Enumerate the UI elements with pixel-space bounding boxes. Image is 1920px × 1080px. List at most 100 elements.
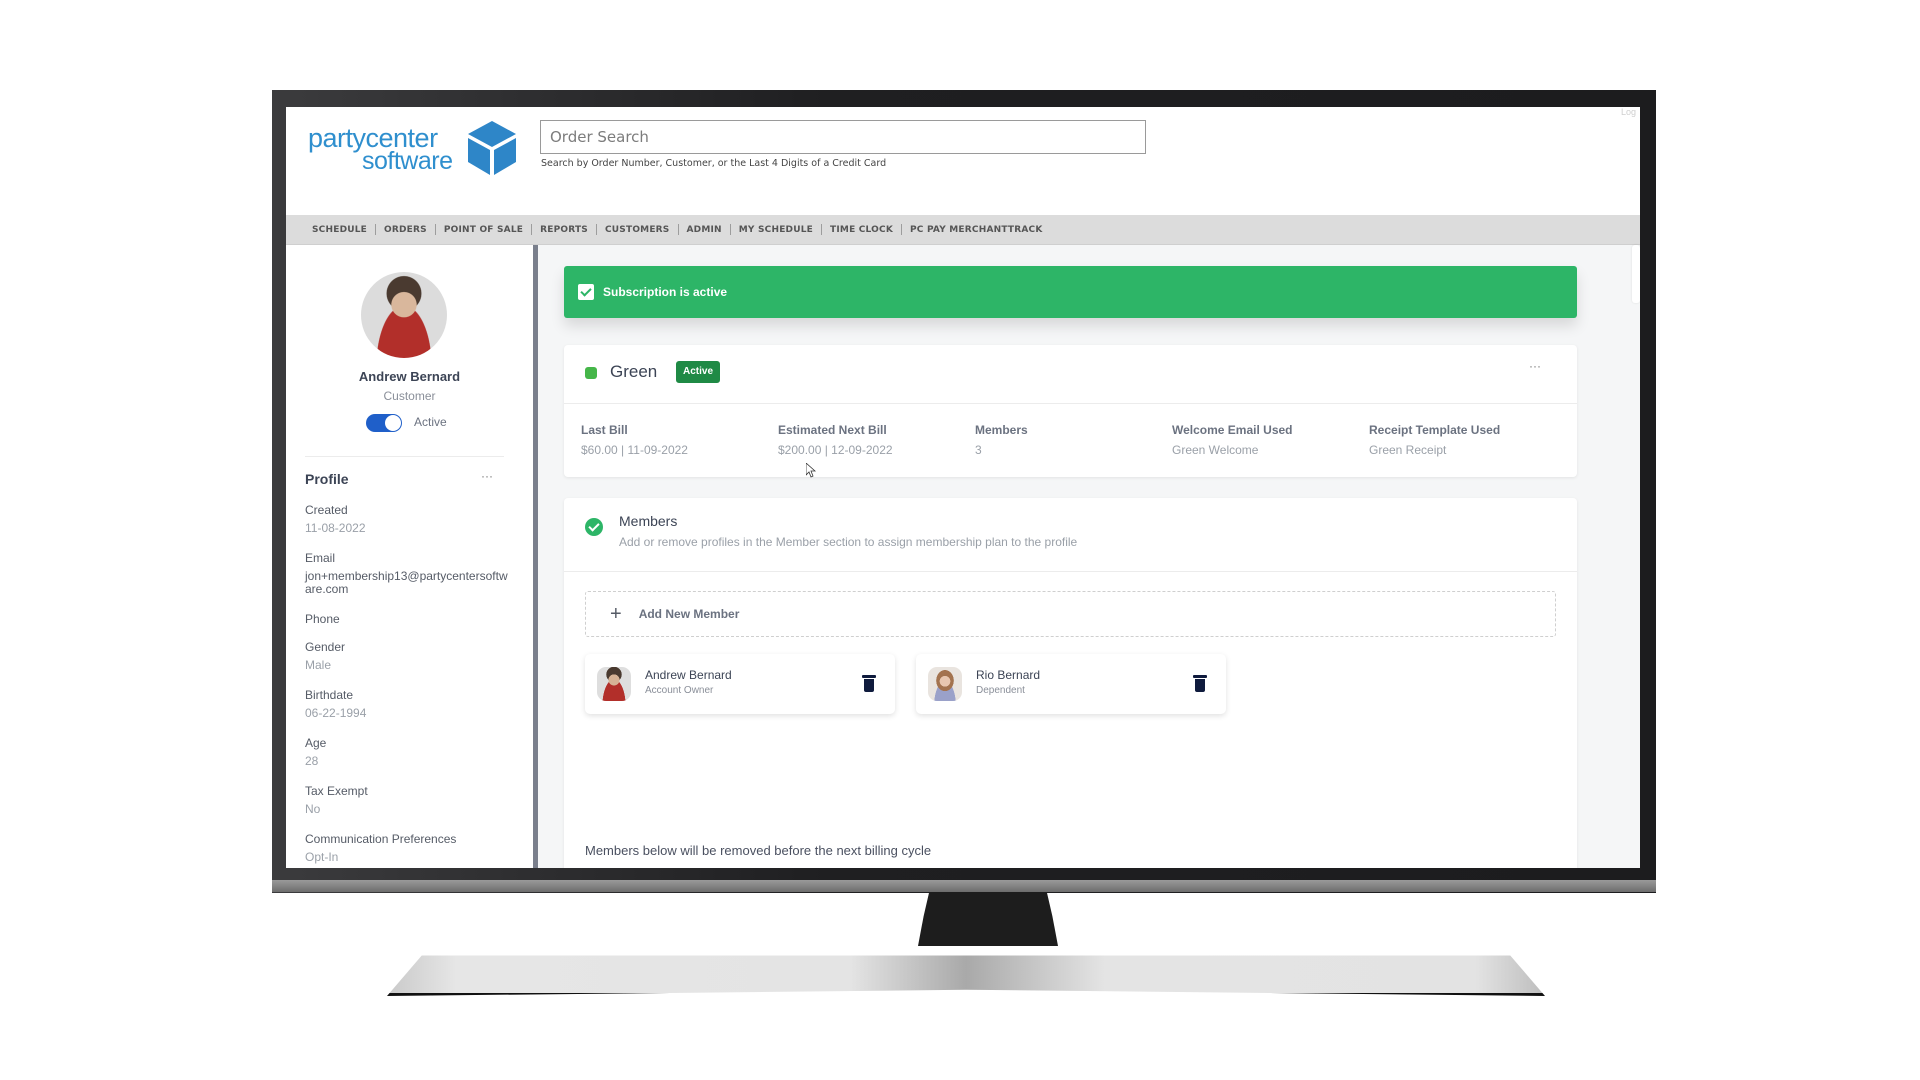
member-name: Andrew Bernard — [645, 668, 732, 682]
membership-plan-card: Green Active ··· Last Bill $60.00 | 11-0… — [564, 345, 1577, 477]
add-new-member-button[interactable]: + Add New Member — [585, 591, 1556, 637]
stat-welcome-email: Welcome Email Used Green Welcome — [1172, 423, 1293, 457]
stat-value: 3 — [975, 443, 982, 457]
field-value: Male — [305, 658, 332, 672]
nav-separator — [729, 224, 731, 235]
field-value: 28 — [305, 754, 319, 768]
logo[interactable]: partycenter software — [308, 119, 518, 179]
trash-icon[interactable] — [1193, 675, 1207, 692]
main-nav: SCHEDULE ORDERS POINT OF SALE REPORTS CU… — [286, 215, 1640, 245]
field-label: Phone — [305, 612, 340, 626]
field-label: Created — [305, 503, 348, 517]
profile-section-title: Profile — [305, 471, 349, 487]
monitor-stand-base — [387, 955, 1545, 996]
field-value: 06-22-1994 — [305, 706, 367, 720]
member-avatar — [928, 667, 962, 701]
nav-reports[interactable]: REPORTS — [540, 225, 588, 235]
nav-separator — [677, 224, 679, 235]
members-card: Members Add or remove profiles in the Me… — [564, 498, 1577, 868]
active-toggle[interactable] — [366, 414, 402, 432]
member-role: Account Owner — [645, 685, 714, 696]
add-member-label: Add New Member — [638, 607, 740, 621]
stat-receipt-template: Receipt Template Used Green Receipt — [1369, 423, 1500, 457]
monitor-stand-neck — [918, 892, 1058, 946]
member-name: Rio Bernard — [976, 668, 1041, 682]
field-tax-exempt: Tax Exempt No — [305, 784, 510, 816]
nav-customers[interactable]: CUSTOMERS — [605, 225, 670, 235]
check-circle-icon — [585, 518, 603, 536]
stat-label: Estimated Next Bill — [778, 423, 887, 437]
stat-label: Members — [975, 423, 1028, 437]
profile-name: Andrew Bernard — [358, 369, 461, 384]
trash-icon[interactable] — [862, 675, 876, 692]
members-title: Members — [619, 513, 678, 529]
profile-role: Customer — [383, 389, 436, 403]
field-label: Age — [305, 736, 327, 750]
nav-admin[interactable]: ADMIN — [687, 225, 722, 235]
stat-value: $200.00 | 12-09-2022 — [778, 443, 893, 457]
field-communication-preferences: Communication Preferences Opt-In — [305, 832, 510, 864]
profile-avatar — [361, 272, 447, 358]
field-birthdate: Birthdate 06-22-1994 — [305, 688, 510, 720]
stat-estimated-next-bill: Estimated Next Bill $200.00 | 12-09-2022 — [778, 423, 893, 457]
field-phone: Phone — [305, 612, 510, 626]
nav-pc-pay-merchanttrack[interactable]: PC PAY MERCHANTTRACK — [910, 225, 1043, 235]
active-toggle-label: Active — [414, 415, 447, 429]
mouse-pointer-icon — [806, 463, 816, 478]
nav-separator — [434, 224, 436, 235]
stat-value: $60.00 | 11-09-2022 — [581, 443, 688, 457]
checkbox-check-icon — [578, 284, 594, 300]
stat-last-bill: Last Bill $60.00 | 11-09-2022 — [581, 423, 688, 457]
stat-members: Members 3 — [975, 423, 1028, 457]
stat-label: Last Bill — [581, 423, 628, 437]
plan-color-swatch — [585, 367, 597, 379]
app-screen: partycenter software Search by Order Num… — [286, 107, 1640, 868]
nav-separator — [375, 224, 377, 235]
nav-point-of-sale[interactable]: POINT OF SALE — [444, 225, 523, 235]
stat-label: Welcome Email Used — [1172, 423, 1293, 437]
app-header: partycenter software Search by Order Num… — [286, 107, 1640, 215]
divider — [564, 403, 1577, 404]
field-age: Age 28 — [305, 736, 510, 768]
plan-status-badge: Active — [676, 361, 721, 383]
member-avatar — [597, 667, 631, 701]
field-label: Communication Preferences — [305, 832, 457, 846]
field-value: 11-08-2022 — [305, 521, 366, 535]
stat-value: Green Welcome — [1172, 443, 1259, 457]
nav-separator — [531, 224, 533, 235]
field-label: Tax Exempt — [305, 784, 368, 798]
nav-my-schedule[interactable]: MY SCHEDULE — [739, 225, 813, 235]
member-role: Dependent — [976, 685, 1025, 696]
nav-separator — [821, 224, 823, 235]
logout-link[interactable]: Log — [1621, 107, 1636, 117]
field-value: Opt-In — [305, 850, 339, 864]
nav-orders[interactable]: ORDERS — [384, 225, 427, 235]
field-label: Birthdate — [305, 688, 354, 702]
order-search-input[interactable] — [540, 120, 1146, 154]
nav-separator — [595, 224, 597, 235]
member-card[interactable]: Andrew Bernard Account Owner — [585, 654, 895, 714]
search-hint: Search by Order Number, Customer, or the… — [541, 158, 887, 169]
monitor-chrome-strip — [272, 880, 1656, 892]
stat-value: Green Receipt — [1369, 443, 1447, 457]
cube-icon — [468, 121, 516, 175]
nav-time-clock[interactable]: TIME CLOCK — [830, 225, 893, 235]
divider — [564, 571, 1577, 572]
profile-more-icon[interactable]: ··· — [481, 469, 493, 483]
field-value[interactable]: jon+membership13@partycentersoftware.com — [305, 570, 510, 596]
main-scrollbar[interactable] — [1632, 245, 1640, 303]
field-label: Gender — [305, 640, 346, 654]
divider — [305, 456, 504, 457]
logo-text-software: software — [362, 147, 453, 175]
profile-sidebar: Andrew Bernard Customer Active Profile ·… — [286, 245, 533, 868]
field-email: Email jon+membership13@partycentersoftwa… — [305, 551, 510, 596]
members-description: Add or remove profiles in the Member sec… — [619, 535, 1078, 549]
plan-more-icon[interactable]: ··· — [1529, 359, 1541, 373]
field-created: Created 11-08-2022 — [305, 503, 510, 535]
field-gender: Gender Male — [305, 640, 510, 672]
sidebar-scrollbar[interactable] — [533, 245, 538, 868]
banner-text: Subscription is active — [603, 285, 728, 299]
stat-label: Receipt Template Used — [1369, 423, 1501, 437]
member-card[interactable]: Rio Bernard Dependent — [916, 654, 1226, 714]
nav-schedule[interactable]: SCHEDULE — [312, 225, 367, 235]
